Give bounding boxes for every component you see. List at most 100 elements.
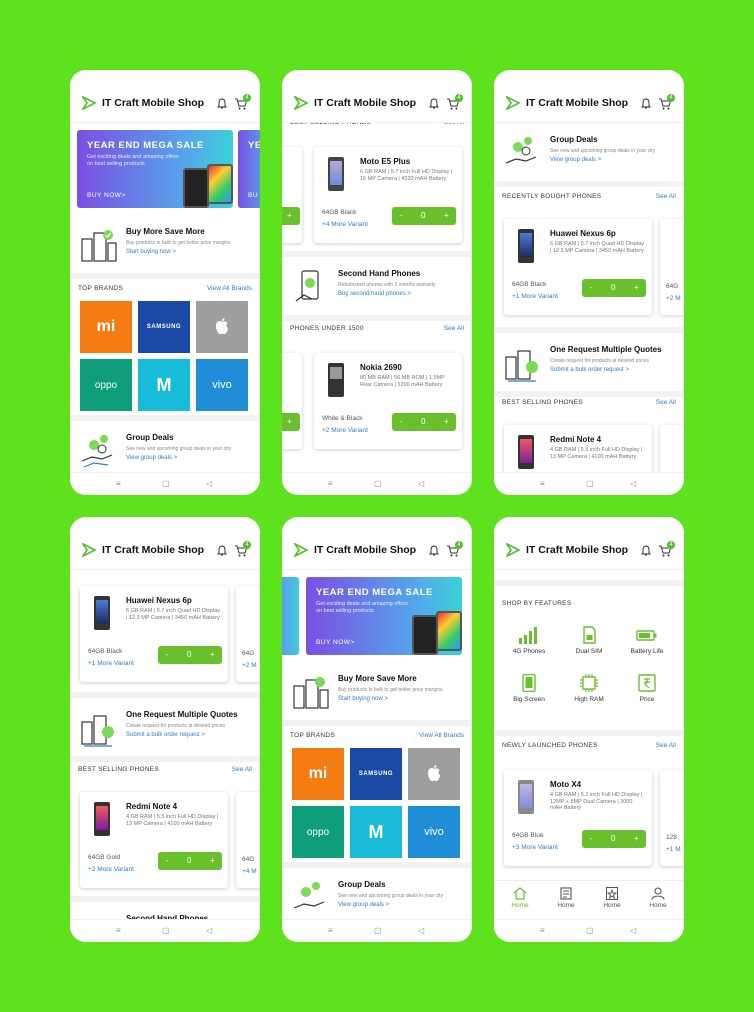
minus-button[interactable]: -	[166, 856, 169, 865]
product-card[interactable]: Huawei Nexus 6p 6 GB RAM | 5.7 inch Quad…	[504, 219, 652, 315]
see-all-link[interactable]: See All	[444, 123, 464, 126]
buy-more-promo[interactable]: Buy More Save More Buy products in bulk …	[70, 217, 260, 273]
feature-4g-phones[interactable]: 4G Phones	[506, 626, 552, 655]
feature-dual-sim[interactable]: Dual SIM	[566, 626, 612, 655]
menu-icon[interactable]: ≡	[116, 479, 121, 488]
more-variants-link[interactable]: +1 More Variant	[512, 293, 558, 300]
bell-icon[interactable]	[216, 545, 228, 557]
buy-now-link[interactable]: BUY NOW>	[316, 639, 355, 646]
second-hand-promo[interactable]: Second Hand Phones Refurbished phones wi…	[282, 259, 472, 315]
home-nav-icon[interactable]: ▢	[374, 926, 382, 935]
product-card[interactable]: Redmi Note 4 4 GB RAM | 5.5 inch Full HD…	[80, 792, 228, 888]
brand-tile-vivo[interactable]: vivo	[408, 806, 460, 858]
bell-icon[interactable]	[428, 545, 440, 557]
start-buying-link[interactable]: Start buying now >	[126, 249, 176, 255]
back-icon[interactable]: ◁	[630, 479, 636, 488]
tab-home[interactable]: Home	[500, 887, 540, 909]
minus-button[interactable]: -	[400, 211, 403, 220]
bulk-order-link[interactable]: Submit a bulk order request >	[126, 732, 205, 738]
see-all-link[interactable]: See All	[656, 399, 676, 406]
see-all-link[interactable]: See All	[656, 742, 676, 749]
brand-tile-vivo[interactable]: vivo	[196, 359, 248, 411]
more-variants-link[interactable]: +2 M	[666, 295, 681, 302]
more-variants-link[interactable]: +4 M	[242, 868, 257, 875]
menu-icon[interactable]: ≡	[540, 479, 545, 488]
bell-icon[interactable]	[216, 98, 228, 110]
menu-icon[interactable]: ≡	[328, 926, 333, 935]
menu-icon[interactable]: ≡	[540, 926, 545, 935]
more-variants-link[interactable]: +2 More Variant	[88, 866, 134, 873]
brand-tile-mi[interactable]: mi	[80, 301, 132, 353]
feature-price[interactable]: Price	[624, 674, 670, 703]
brand-tile-apple[interactable]	[196, 301, 248, 353]
sale-banner-next[interactable]: YE BU	[238, 130, 260, 208]
start-buying-link[interactable]: Start buying now >	[338, 696, 388, 702]
plus-button[interactable]: +	[634, 283, 639, 292]
product-card-prev[interactable]: +	[282, 147, 302, 243]
view-all-brands-link[interactable]: View All Brands	[207, 285, 252, 292]
view-group-deals-link[interactable]: View group deals >	[550, 157, 601, 163]
brand-tile-samsung[interactable]: SAMSUNG	[138, 301, 190, 353]
brand-tile-motorola[interactable]: M	[350, 806, 402, 858]
feature-big-screen[interactable]: Big Screen	[506, 674, 552, 703]
product-card[interactable]: Moto X4 4 GB RAM | 5.2 inch Full HD Disp…	[504, 770, 652, 866]
product-card[interactable]: Nokia 2690 80 MB RAM | 56 MB ROM | 1.5MP…	[314, 353, 462, 449]
back-icon[interactable]: ◁	[418, 479, 424, 488]
brand-tile-motorola[interactable]: M	[138, 359, 190, 411]
qty-stepper[interactable]: +	[282, 207, 300, 225]
view-group-deals-link[interactable]: View group deals >	[338, 902, 389, 908]
qty-stepper[interactable]: - 0 +	[158, 852, 222, 870]
more-variants-link[interactable]: +2 M	[242, 662, 257, 669]
minus-button[interactable]: -	[166, 650, 169, 659]
buy-now-link[interactable]: BU	[248, 192, 258, 199]
see-all-link[interactable]: See All	[444, 325, 464, 332]
menu-icon[interactable]: ≡	[328, 479, 333, 488]
home-nav-icon[interactable]: ▢	[374, 479, 382, 488]
more-variants-link[interactable]: +1 More Variant	[88, 660, 134, 667]
back-icon[interactable]: ◁	[630, 926, 636, 935]
qty-stepper[interactable]: +	[282, 413, 300, 431]
brand-tile-samsung[interactable]: SAMSUNG	[350, 748, 402, 800]
product-card[interactable]: Moto E5 Plus 6 GB RAM | 5.7 inch Full HD…	[314, 147, 462, 243]
bell-icon[interactable]	[640, 98, 652, 110]
multiple-quotes-promo[interactable]: One Request Multiple Quotes Create reque…	[494, 335, 684, 391]
plus-button[interactable]: +	[634, 834, 639, 843]
bulk-order-link[interactable]: Submit a bulk order request >	[550, 367, 629, 373]
product-card-next[interactable]: 128 +1 M	[660, 770, 684, 866]
more-variants-link[interactable]: +4 More Variant	[322, 221, 368, 228]
multiple-quotes-promo[interactable]: One Request Multiple Quotes Create reque…	[70, 700, 260, 756]
product-card-next[interactable]: 64G +4 M	[236, 792, 260, 888]
buy-now-link[interactable]: BUY NOW>	[87, 192, 126, 199]
brand-tile-mi[interactable]: mi	[292, 748, 344, 800]
home-nav-icon[interactable]: ▢	[586, 479, 594, 488]
bell-icon[interactable]	[428, 98, 440, 110]
back-icon[interactable]: ◁	[206, 926, 212, 935]
minus-button[interactable]: -	[590, 834, 593, 843]
view-group-deals-link[interactable]: View group deals >	[126, 455, 177, 461]
brand-tile-oppo[interactable]: oppo	[80, 359, 132, 411]
plus-button[interactable]: +	[444, 417, 449, 426]
qty-stepper[interactable]: - 0 +	[582, 830, 646, 848]
home-nav-icon[interactable]: ▢	[586, 926, 594, 935]
home-nav-icon[interactable]: ▢	[162, 479, 170, 488]
bell-icon[interactable]	[640, 545, 652, 557]
feature-battery-life[interactable]: Battery Life	[624, 626, 670, 655]
view-all-brands-link[interactable]: View All Brands	[419, 732, 464, 739]
qty-stepper[interactable]: - 0 +	[392, 207, 456, 225]
more-variants-link[interactable]: +2 More Variant	[322, 427, 368, 434]
tab-favorites[interactable]: Home	[592, 887, 632, 909]
second-hand-link[interactable]: Buy second hand phones >	[338, 291, 411, 297]
menu-icon[interactable]: ≡	[116, 926, 121, 935]
see-all-link[interactable]: See All	[232, 766, 252, 773]
sale-banner[interactable]: YEAR END MEGA SALE Get exciting deals an…	[77, 130, 233, 208]
tab-profile[interactable]: Home	[638, 887, 678, 909]
more-variants-link[interactable]: +1 M	[666, 846, 681, 853]
brand-tile-oppo[interactable]: oppo	[292, 806, 344, 858]
brand-tile-apple[interactable]	[408, 748, 460, 800]
group-deals-promo[interactable]: Group Deals See new and upcoming group d…	[494, 125, 684, 181]
product-card[interactable]: Redmi Note 4 4 GB RAM | 5.5 inch Full HD…	[504, 425, 652, 475]
plus-button[interactable]: +	[210, 856, 215, 865]
group-deals-promo[interactable]: Group Deals See new and upcoming group d…	[282, 870, 472, 922]
group-deals-promo[interactable]: Group Deals See new and upcoming group d…	[70, 423, 260, 475]
product-card-next[interactable]	[660, 425, 684, 475]
